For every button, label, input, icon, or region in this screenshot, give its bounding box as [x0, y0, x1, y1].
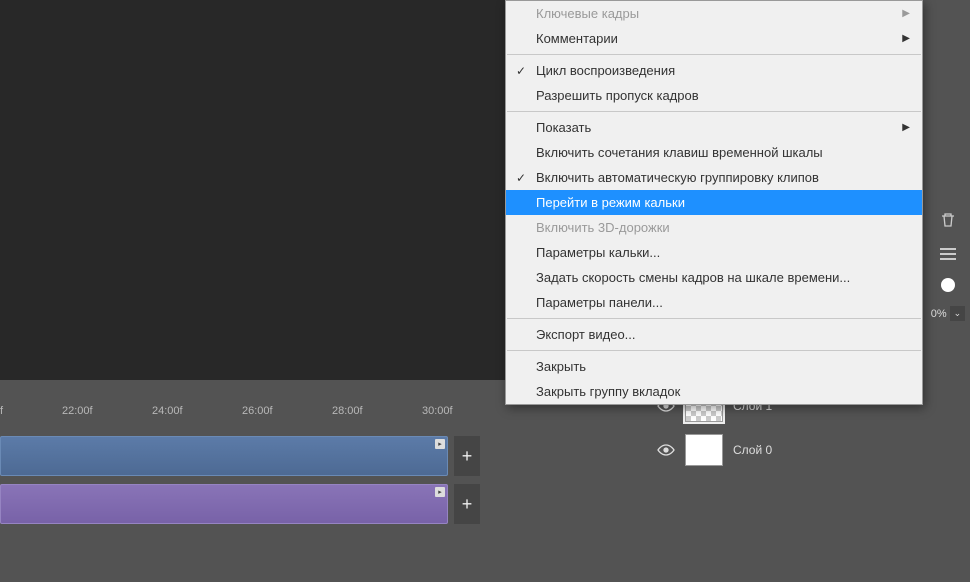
menu-item[interactable]: Параметры кальки...	[506, 240, 922, 265]
menu-item: Включить 3D-дорожки	[506, 215, 922, 240]
menu-separator	[507, 54, 921, 55]
menu-item-label: Параметры кальки...	[536, 245, 660, 260]
menu-item[interactable]: Закрыть группу вкладок	[506, 379, 922, 404]
menu-separator	[507, 111, 921, 112]
submenu-arrow-icon: ▶	[902, 8, 910, 19]
menu-item-label: Перейти в режим кальки	[536, 195, 685, 210]
chevron-down-icon[interactable]: ⌄	[950, 306, 966, 321]
menu-item[interactable]: Параметры панели...	[506, 290, 922, 315]
video-clip[interactable]: ▸	[0, 436, 448, 476]
visibility-toggle-icon[interactable]	[657, 441, 675, 459]
menu-item-label: Ключевые кадры	[536, 6, 639, 21]
menu-item-label: Параметры панели...	[536, 295, 663, 310]
check-icon: ✓	[516, 64, 526, 78]
menu-icon[interactable]	[938, 244, 958, 264]
ruler-tick: 24:00f	[152, 405, 183, 417]
menu-item-label: Разрешить пропуск кадров	[536, 88, 699, 103]
ruler-tick: 30:00f	[422, 405, 453, 417]
submenu-arrow-icon: ▶	[902, 33, 910, 44]
menu-item-label: Включить 3D-дорожки	[536, 220, 670, 235]
plus-icon: +	[462, 446, 473, 467]
menu-separator	[507, 318, 921, 319]
right-toolbar: 0% ⌄	[926, 210, 970, 321]
ruler-tick: 22:00f	[62, 405, 93, 417]
menu-item-label: Задать скорость смены кадров на шкале вр…	[536, 270, 850, 285]
clip-end-marker-icon[interactable]: ▸	[435, 487, 445, 497]
menu-item-label: Экспорт видео...	[536, 327, 636, 342]
ruler-tick: 26:00f	[242, 405, 273, 417]
add-clip-button[interactable]: +	[454, 484, 480, 524]
ruler-tick: f	[0, 405, 3, 417]
ruler-tick: 28:00f	[332, 405, 363, 417]
menu-item[interactable]: Включить сочетания клавиш временной шкал…	[506, 140, 922, 165]
menu-item-label: Закрыть группу вкладок	[536, 384, 680, 399]
context-menu: Ключевые кадры ▶ Комментарии ▶ ✓ Цикл воспрои…	[505, 0, 923, 405]
layer-name[interactable]: Слой 0	[733, 443, 772, 457]
menu-item[interactable]: Комментарии ▶	[506, 26, 922, 51]
clip-end-marker-icon[interactable]: ▸	[435, 439, 445, 449]
trash-icon[interactable]	[938, 210, 958, 230]
menu-item-label: Включить сочетания клавиш временной шкал…	[536, 145, 823, 160]
video-clip[interactable]: ▸	[0, 484, 448, 524]
percent-label: 0%	[931, 308, 947, 320]
menu-item-label: Включить автоматическую группировку клип…	[536, 170, 819, 185]
menu-item[interactable]: ✓ Включить автоматическую группировку кли…	[506, 165, 922, 190]
menu-item: Ключевые кадры ▶	[506, 1, 922, 26]
color-indicator-icon[interactable]	[941, 278, 955, 292]
menu-item-label: Комментарии	[536, 31, 618, 46]
menu-item-label: Закрыть	[536, 359, 586, 374]
menu-item[interactable]: ✓ Цикл воспроизведения	[506, 58, 922, 83]
layer-thumbnail[interactable]	[685, 434, 723, 466]
menu-item[interactable]: Перейти в режим кальки	[506, 190, 922, 215]
layer-row[interactable]: Слой 0	[657, 428, 937, 472]
menu-item[interactable]: Экспорт видео...	[506, 322, 922, 347]
viewport	[0, 0, 505, 380]
check-icon: ✓	[516, 171, 526, 185]
menu-item[interactable]: Показать ▶	[506, 115, 922, 140]
add-clip-button[interactable]: +	[454, 436, 480, 476]
menu-item[interactable]: Разрешить пропуск кадров	[506, 83, 922, 108]
menu-item-label: Цикл воспроизведения	[536, 63, 675, 78]
opacity-value[interactable]: 0% ⌄	[931, 306, 965, 321]
menu-item[interactable]: Закрыть	[506, 354, 922, 379]
submenu-arrow-icon: ▶	[902, 122, 910, 133]
menu-item[interactable]: Задать скорость смены кадров на шкале вр…	[506, 265, 922, 290]
menu-item-label: Показать	[536, 120, 591, 135]
menu-separator	[507, 350, 921, 351]
plus-icon: +	[462, 494, 473, 515]
